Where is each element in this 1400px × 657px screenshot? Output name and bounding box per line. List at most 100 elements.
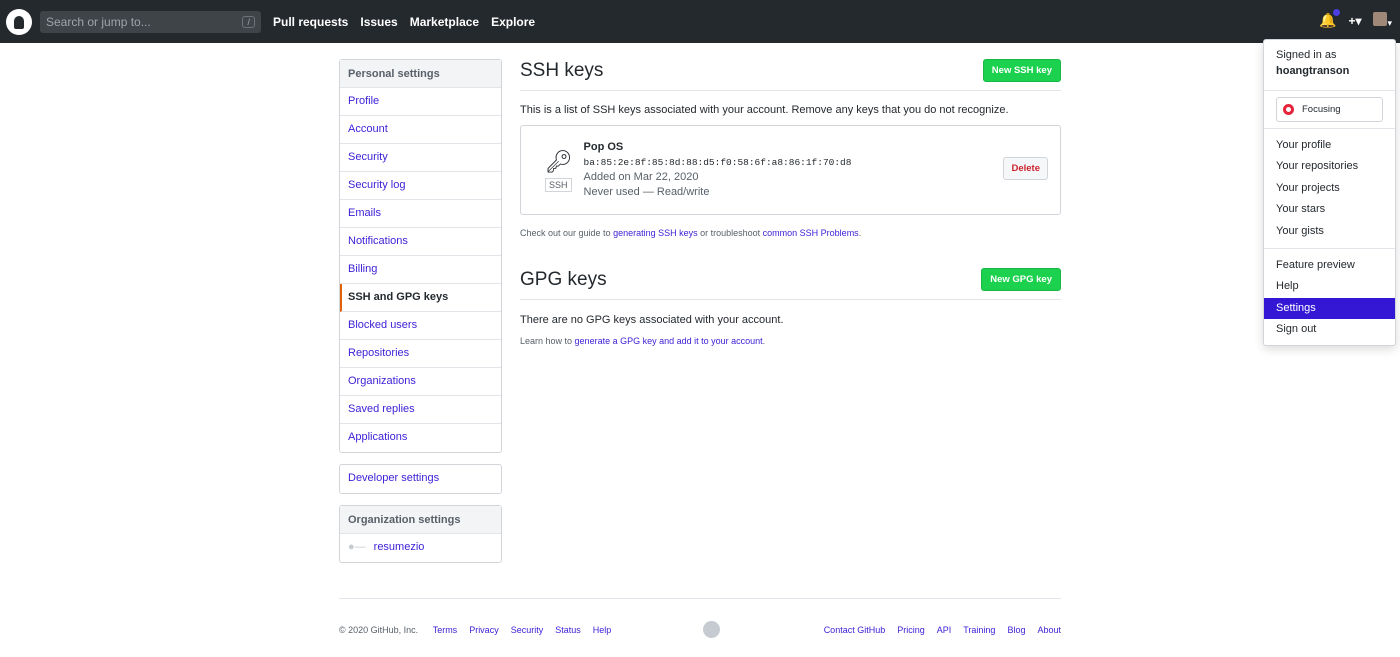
settings-sidebar: Personal settings Profile Account Securi…: [339, 59, 502, 574]
sidebar-item-repositories[interactable]: Repositories: [340, 340, 501, 368]
key-usage: Never used — Read/write: [583, 186, 710, 198]
sidebar-item-saved-replies[interactable]: Saved replies: [340, 396, 501, 424]
key-icon-block: 🔑︎ SSH: [545, 148, 573, 192]
gpg-empty-message: There are no GPG keys associated with yo…: [520, 314, 784, 326]
sidebar-item-security[interactable]: Security: [340, 144, 501, 172]
sidebar-item-org[interactable]: ●— resumezio: [340, 534, 501, 562]
footer-contact[interactable]: Contact GitHub: [824, 625, 886, 635]
ssh-key-item: 🔑︎ SSH Pop OS ba:85:2e:8f:85:8d:88:d5:f0…: [520, 125, 1061, 215]
menu-your-profile[interactable]: Your profile: [1264, 135, 1395, 156]
organization-settings-nav: Organization settings ●— resumezio: [339, 505, 502, 563]
developer-settings-nav: Developer settings: [339, 464, 502, 494]
footer-privacy[interactable]: Privacy: [469, 625, 499, 635]
sidebar-item-organizations[interactable]: Organizations: [340, 368, 501, 396]
new-gpg-key-button[interactable]: New GPG key: [981, 268, 1061, 291]
footer-status[interactable]: Status: [555, 625, 581, 635]
user-dropdown-menu: Signed in as hoangtranson Focusing Your …: [1263, 39, 1396, 346]
status-text: Focusing: [1302, 104, 1341, 115]
search-placeholder: Search or jump to...: [46, 14, 151, 29]
caret-down-icon: ▾: [1387, 18, 1392, 28]
notifications-bell-icon[interactable]: 🔔: [1319, 9, 1341, 29]
footer-api[interactable]: API: [937, 625, 952, 635]
main-nav: Pull requests Issues Marketplace Explore: [261, 15, 535, 29]
personal-settings-heading: Personal settings: [340, 60, 501, 88]
username: hoangtranson: [1276, 65, 1350, 77]
menu-your-gists[interactable]: Your gists: [1264, 221, 1395, 242]
ssh-keys-header: SSH keys New SSH key: [520, 59, 1061, 91]
nav-explore[interactable]: Explore: [491, 15, 535, 29]
nav-pull-requests[interactable]: Pull requests: [273, 15, 348, 29]
sidebar-item-profile[interactable]: Profile: [340, 88, 501, 116]
org-name: resumezio: [373, 541, 425, 553]
note-text: .: [762, 336, 766, 346]
note-text: Check out our guide to: [520, 228, 614, 238]
sidebar-item-blocked-users[interactable]: Blocked users: [340, 312, 501, 340]
ssh-keys-title: SSH keys: [520, 59, 604, 81]
ssh-badge: SSH: [545, 177, 572, 192]
main-content: SSH keys New SSH key This is a list of S…: [520, 59, 1061, 346]
set-status-button[interactable]: Focusing: [1276, 97, 1383, 122]
sidebar-item-emails[interactable]: Emails: [340, 200, 501, 228]
sidebar-item-applications[interactable]: Applications: [340, 424, 501, 452]
sidebar-item-billing[interactable]: Billing: [340, 256, 501, 284]
key-added-date: Added on Mar 22, 2020: [583, 171, 699, 183]
github-mark-icon[interactable]: [702, 621, 720, 638]
generate-gpg-key-link[interactable]: generate a GPG key and add it to your ac…: [575, 336, 763, 346]
sidebar-item-security-log[interactable]: Security log: [340, 172, 501, 200]
search-input[interactable]: Search or jump to... /: [40, 10, 261, 33]
key-name: Pop OS: [583, 141, 624, 153]
common-ssh-problems-link[interactable]: common SSH Problems: [763, 228, 859, 238]
menu-sign-out[interactable]: Sign out: [1264, 319, 1395, 340]
menu-your-stars[interactable]: Your stars: [1264, 199, 1395, 220]
ssh-guide-note: Check out our guide to generating SSH ke…: [520, 228, 1061, 238]
copyright: © 2020 GitHub, Inc.: [339, 625, 419, 635]
sidebar-item-account[interactable]: Account: [340, 116, 501, 144]
nav-issues[interactable]: Issues: [360, 15, 397, 29]
target-icon: [1283, 104, 1294, 115]
nav-marketplace[interactable]: Marketplace: [410, 15, 479, 29]
note-text: or troubleshoot: [697, 228, 763, 238]
menu-your-projects[interactable]: Your projects: [1264, 178, 1395, 199]
footer-terms[interactable]: Terms: [433, 625, 458, 635]
delete-key-button[interactable]: Delete: [1003, 157, 1048, 180]
create-new-menu[interactable]: +▾: [1348, 14, 1361, 28]
note-text: Learn how to: [520, 336, 575, 346]
signed-in-label: Signed in as: [1276, 49, 1337, 61]
footer: © 2020 GitHub, Inc. Terms Privacy Security…: [339, 598, 1061, 638]
slash-shortcut-badge: /: [242, 15, 255, 28]
menu-help[interactable]: Help: [1264, 276, 1395, 297]
gpg-learn-note: Learn how to generate a GPG key and add …: [520, 336, 1061, 346]
key-fingerprint: ba:85:2e:8f:85:8d:88:d5:f0:58:6f:a8:86:1…: [583, 157, 852, 168]
sidebar-item-notifications[interactable]: Notifications: [340, 228, 501, 256]
footer-blog[interactable]: Blog: [1007, 625, 1025, 635]
key-info: Pop OS ba:85:2e:8f:85:8d:88:d5:f0:58:6f:…: [584, 140, 852, 200]
org-avatar-icon: ●—: [348, 541, 366, 553]
menu-your-repositories[interactable]: Your repositories: [1264, 156, 1395, 177]
key-icon: 🔑︎: [545, 148, 573, 174]
personal-settings-nav: Personal settings Profile Account Securi…: [339, 59, 502, 453]
footer-left: © 2020 GitHub, Inc. Terms Privacy Security…: [339, 625, 611, 638]
menu-feature-preview[interactable]: Feature preview: [1264, 255, 1395, 276]
note-text: .: [858, 228, 862, 238]
unread-dot: [1333, 9, 1341, 16]
organization-settings-heading: Organization settings: [340, 506, 501, 534]
github-logo-icon[interactable]: [6, 8, 32, 35]
top-header: Search or jump to... / Pull requests Issue…: [0, 0, 1400, 43]
sidebar-item-developer-settings[interactable]: Developer settings: [340, 465, 501, 493]
avatar-menu[interactable]: ▾: [1373, 12, 1392, 29]
new-ssh-key-button[interactable]: New SSH key: [982, 59, 1061, 82]
footer-security[interactable]: Security: [511, 625, 544, 635]
gpg-keys-title: GPG keys: [520, 268, 607, 290]
signed-in-block: Signed in as hoangtranson: [1264, 40, 1395, 84]
menu-settings[interactable]: Settings: [1264, 297, 1395, 320]
footer-pricing[interactable]: Pricing: [897, 625, 925, 635]
footer-about[interactable]: About: [1037, 625, 1061, 635]
gpg-keys-header: GPG keys New GPG key: [520, 268, 1061, 300]
ssh-description: This is a list of SSH keys associated wi…: [520, 104, 1009, 116]
footer-training[interactable]: Training: [963, 625, 995, 635]
avatar: [1373, 12, 1388, 26]
generating-ssh-keys-link[interactable]: generating SSH keys: [613, 228, 698, 238]
sidebar-item-ssh-gpg-keys[interactable]: SSH and GPG keys: [340, 284, 501, 312]
footer-right: Contact GitHub Pricing API Training Blog Abou…: [812, 625, 1061, 638]
footer-help[interactable]: Help: [593, 625, 612, 635]
